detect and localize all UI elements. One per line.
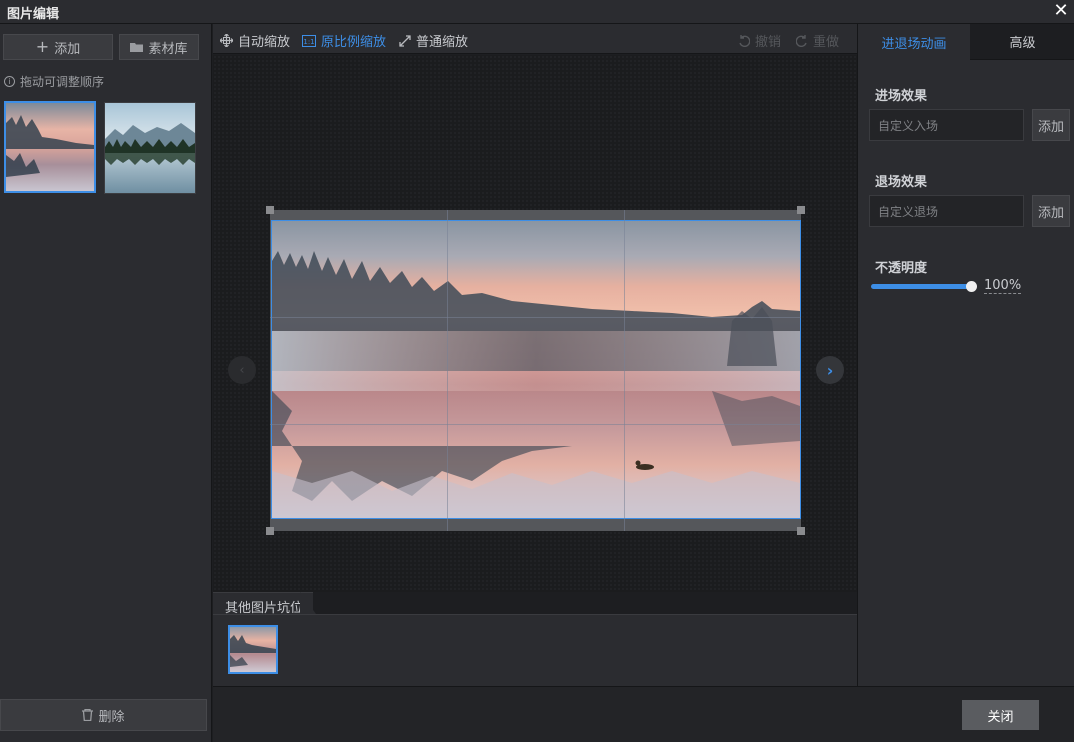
redo-label: 重做	[813, 35, 840, 50]
chevron-right-icon: ›	[826, 360, 834, 380]
next-image-button[interactable]: ›	[816, 356, 844, 384]
trash-icon	[82, 709, 94, 721]
tab-enter-exit-animation[interactable]: 进退场动画	[858, 24, 970, 60]
grid-line-vertical-1	[447, 210, 448, 531]
tab-slant	[300, 592, 316, 614]
normal-zoom-button[interactable]: 普通缩放	[399, 31, 468, 50]
exit-effect-label: 退场效果	[875, 175, 928, 190]
animation-panel: 进退场动画 高级 进场效果 自定义入场 添加 退场效果 自定义退场 添加 不透明…	[857, 24, 1074, 686]
close-icon[interactable]: ✕	[1052, 1, 1070, 21]
other-slots-strip	[213, 614, 857, 686]
chevron-left-icon: ‹	[239, 362, 245, 378]
enter-effect-label: 进场效果	[875, 89, 928, 104]
delete-label: 删除	[98, 709, 125, 725]
grid-line-horizontal-1	[270, 317, 801, 318]
original-ratio-label: 原比例缩放	[321, 35, 387, 50]
slot-thumbnail[interactable]	[228, 625, 278, 674]
footer-bar	[213, 686, 1074, 742]
opacity-label: 不透明度	[875, 261, 928, 276]
zoom-toolbar: 自动缩放 1:1 原比例缩放 普通缩放 撤销 重做	[213, 24, 857, 54]
opacity-slider-handle[interactable]	[966, 281, 977, 292]
delete-button[interactable]: 删除	[0, 699, 207, 731]
material-library-button[interactable]: 素材库	[119, 34, 199, 60]
opacity-slider-track[interactable]	[871, 284, 973, 289]
move-arrows-icon	[220, 34, 233, 47]
folder-icon	[130, 43, 144, 52]
original-ratio-button[interactable]: 1:1 原比例缩放	[302, 31, 386, 50]
image-thumbnail-1[interactable]	[4, 101, 96, 193]
opacity-value[interactable]: 100%	[984, 279, 1022, 294]
close-button[interactable]: 关闭	[962, 700, 1039, 730]
auto-zoom-button[interactable]: 自动缩放	[220, 31, 290, 50]
image-thumbnail-2[interactable]	[104, 102, 196, 194]
plus-icon: +	[35, 37, 50, 56]
title-bar: 图片编辑 ✕	[0, 0, 1074, 24]
other-slots-tab: 其他图片坑位	[213, 592, 313, 616]
exit-effect-add-button[interactable]: 添加	[1032, 195, 1070, 227]
mountain-lake-thumbnail	[105, 103, 195, 193]
enter-effect-field[interactable]: 自定义入场	[869, 109, 1024, 141]
add-image-button[interactable]: + 添加	[3, 34, 113, 60]
crop-handle-bottom-right[interactable]	[797, 527, 805, 535]
crop-handle-bottom-left[interactable]	[266, 527, 274, 535]
lake-sunset-image	[272, 221, 800, 518]
slot-image	[230, 627, 276, 672]
info-icon: i	[4, 76, 15, 87]
material-library-label: 素材库	[148, 41, 188, 57]
reorder-hint-text: 拖动可调整顺序	[20, 75, 105, 89]
undo-label: 撤销	[755, 35, 782, 50]
enter-effect-add-button[interactable]: 添加	[1032, 109, 1070, 141]
grid-line-horizontal-2	[270, 424, 801, 425]
undo-icon	[739, 34, 750, 47]
crop-handle-top-left[interactable]	[266, 206, 274, 214]
reorder-hint: i 拖动可调整顺序	[4, 73, 104, 90]
image-list-panel: + 添加 素材库 i 拖动可调整顺序 删除	[0, 24, 212, 742]
undo-button[interactable]: 撤销	[738, 31, 781, 50]
crop-handle-top-right[interactable]	[797, 206, 805, 214]
previous-image-button[interactable]: ‹	[228, 356, 256, 384]
redo-button[interactable]: 重做	[796, 31, 839, 50]
add-image-label: 添加	[54, 41, 81, 57]
edited-photo[interactable]	[271, 220, 801, 519]
redo-icon	[796, 34, 807, 47]
lake-sunset-thumbnail	[6, 103, 94, 191]
grid-line-vertical-2	[624, 210, 625, 531]
normal-zoom-label: 普通缩放	[416, 35, 469, 50]
exit-effect-field[interactable]: 自定义退场	[869, 195, 1024, 227]
ratio-1to1-icon: 1:1	[302, 34, 316, 47]
auto-zoom-label: 自动缩放	[238, 35, 291, 50]
window-title: 图片编辑	[7, 7, 60, 22]
expand-icon	[399, 34, 411, 47]
tab-advanced[interactable]: 高级	[970, 24, 1074, 60]
svg-text:1:1: 1:1	[303, 38, 314, 46]
